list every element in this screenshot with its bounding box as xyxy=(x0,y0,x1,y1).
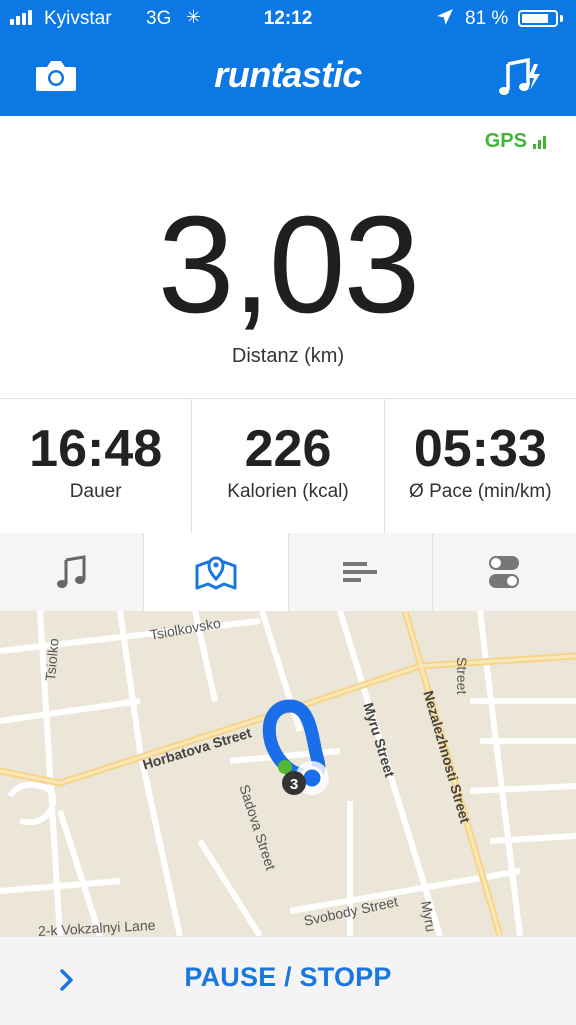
battery-percent: 81 % xyxy=(465,8,509,29)
tab-stats[interactable] xyxy=(287,533,432,611)
tab-map[interactable] xyxy=(143,533,288,611)
status-bar: Kyivstar 3G ✳ 12:12 81 % xyxy=(0,0,576,38)
map-pin-icon xyxy=(195,556,237,590)
music-note-icon xyxy=(56,555,86,588)
stat-value: 226 xyxy=(244,420,332,478)
stat-duration: 16:48 Dauer xyxy=(0,399,191,533)
stat-label: Ø Pace (min/km) xyxy=(409,481,552,502)
stat-value: 05:33 xyxy=(413,420,547,478)
view-tabs xyxy=(0,533,576,612)
stats-row: 16:48 Dauer 226 Kalorien (kcal) 05:33 Ø … xyxy=(0,398,576,534)
gps-label: GPS xyxy=(484,130,527,152)
map-canvas: 3 xyxy=(0,611,576,936)
control-bar: PAUSE / STOPP xyxy=(0,936,576,1025)
stat-value: 16:48 xyxy=(29,420,163,478)
distance-label: Distanz (km) xyxy=(231,345,345,367)
tab-settings[interactable] xyxy=(431,533,576,611)
app-title: runtastic xyxy=(214,54,362,95)
street-label: Street xyxy=(454,657,470,695)
app-bar: runtastic xyxy=(0,38,576,116)
music-boost-icon[interactable] xyxy=(498,56,542,100)
stat-label: Dauer xyxy=(69,481,122,502)
tab-music[interactable] xyxy=(0,533,143,611)
route-map[interactable]: 3 Tsiolko Tsiolkovsko Street Horbatova S… xyxy=(0,611,576,936)
battery-icon xyxy=(518,10,558,27)
location-arrow-icon xyxy=(437,9,453,25)
km-marker-label: 3 xyxy=(290,776,298,793)
pause-stop-button[interactable]: PAUSE / STOPP xyxy=(0,962,576,993)
distance-value: 3,03 xyxy=(157,188,421,342)
bars-icon xyxy=(343,562,378,582)
gps-signal-icon xyxy=(533,135,546,149)
stat-calories: 226 Kalorien (kcal) xyxy=(191,399,383,533)
stat-pace: 05:33 Ø Pace (min/km) xyxy=(383,399,576,533)
toggles-icon xyxy=(489,556,520,588)
stat-label: Kalorien (kcal) xyxy=(227,481,349,502)
gps-indicator: GPS xyxy=(485,130,546,153)
